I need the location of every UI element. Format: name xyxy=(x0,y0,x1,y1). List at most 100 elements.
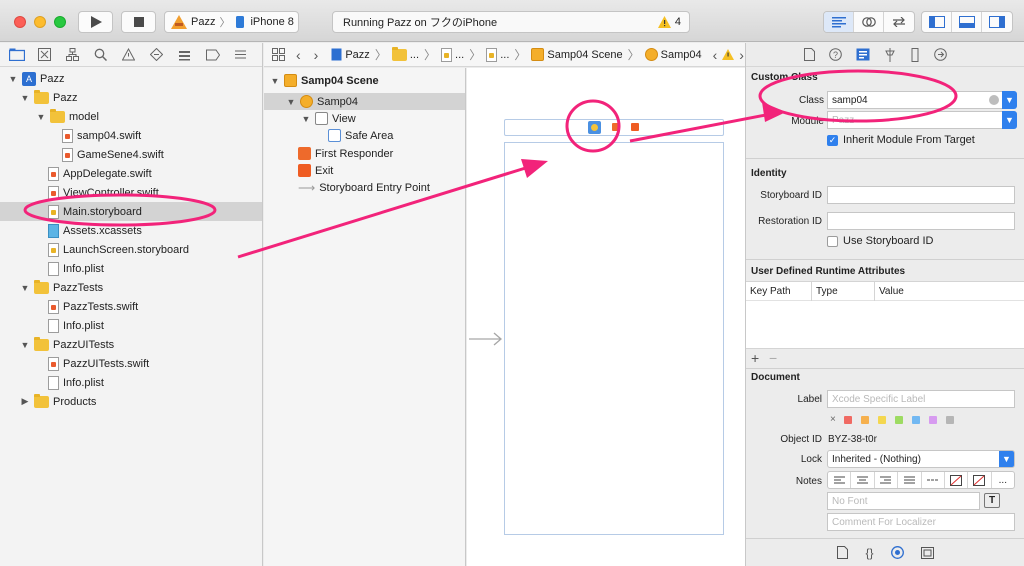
scene-dock-responder-icon[interactable] xyxy=(612,123,620,131)
more-options-button[interactable]: ... xyxy=(992,472,1014,488)
module-dropdown-button[interactable]: ▼ xyxy=(1002,111,1017,129)
color-label-swatch[interactable] xyxy=(912,416,920,424)
remove-attribute-button[interactable]: − xyxy=(769,350,777,366)
color-label-swatch[interactable] xyxy=(929,416,937,424)
warning-icon[interactable] xyxy=(722,49,735,60)
checkmark-icon[interactable]: ✓ xyxy=(827,134,838,146)
align-natural-icon[interactable] xyxy=(922,472,945,488)
previous-issue-icon[interactable]: ‹ xyxy=(713,47,718,63)
minimize-window-button[interactable] xyxy=(34,16,46,28)
color-label-swatch[interactable] xyxy=(878,416,886,424)
storyboard-canvas[interactable] xyxy=(467,68,745,566)
scene-view[interactable] xyxy=(504,142,724,535)
standard-editor-button[interactable] xyxy=(824,12,854,32)
file-tree-item[interactable]: PazzTests.swift xyxy=(48,297,138,316)
inherit-module-checkbox-row[interactable]: ✓ Inherit Module From Target xyxy=(827,134,975,146)
column-header[interactable]: Key Path xyxy=(750,286,791,297)
assistant-editor-button[interactable] xyxy=(854,12,884,32)
file-tree-item[interactable]: ▼ A Pazz xyxy=(8,69,64,88)
color-label-swatch[interactable] xyxy=(861,416,869,424)
version-editor-button[interactable] xyxy=(884,12,914,32)
back-arrow-icon[interactable]: ‹ xyxy=(296,47,301,63)
disclosure-right-icon[interactable]: ▶ xyxy=(20,396,30,407)
file-template-icon[interactable] xyxy=(837,546,849,559)
attributes-inspector-icon[interactable] xyxy=(884,47,896,62)
no-color-icon[interactable]: × xyxy=(830,414,836,425)
disclosure-down-icon[interactable]: ▼ xyxy=(20,93,30,103)
file-tree-item[interactable]: Assets.xcassets xyxy=(48,221,142,240)
no-text-color-icon[interactable] xyxy=(945,472,969,488)
file-inspector-icon[interactable] xyxy=(804,48,815,61)
jump-bar-item-file2[interactable]: ... xyxy=(486,47,509,62)
scene-dock[interactable] xyxy=(504,119,724,136)
color-label-swatch[interactable] xyxy=(844,416,852,424)
runtime-attributes-table[interactable]: Key Path Type Value xyxy=(746,281,1024,349)
next-issue-icon[interactable]: › xyxy=(739,47,744,63)
test-navigator-tab[interactable] xyxy=(148,46,165,63)
font-field[interactable]: No Font xyxy=(827,492,980,510)
xcode-label-field[interactable]: Xcode Specific Label xyxy=(827,390,1015,408)
file-tree-item[interactable]: samp04.swift xyxy=(62,126,141,145)
checkbox-icon[interactable] xyxy=(827,235,838,247)
toggle-debug-area-button[interactable] xyxy=(952,12,982,32)
jump-bar-item-project[interactable]: Pazz xyxy=(331,48,370,61)
zoom-window-button[interactable] xyxy=(54,16,66,28)
font-picker-icon[interactable]: T xyxy=(984,493,1000,508)
toggle-navigator-button[interactable] xyxy=(922,12,952,32)
column-header[interactable]: Type xyxy=(816,286,838,297)
debug-navigator-tab[interactable] xyxy=(176,46,193,63)
comment-field[interactable]: Comment For Localizer xyxy=(827,513,1015,531)
source-control-tab[interactable] xyxy=(36,46,53,63)
project-navigator-tab[interactable] xyxy=(8,46,25,63)
file-tree-item[interactable]: GameSene4.swift xyxy=(62,145,164,164)
restoration-id-field[interactable] xyxy=(827,212,1015,230)
module-field[interactable]: Pazz xyxy=(827,111,1004,129)
file-tree-item[interactable]: ViewController.swift xyxy=(48,183,159,202)
use-storyboard-id-row[interactable]: Use Storyboard ID xyxy=(827,235,933,247)
outline-item-entry-point[interactable]: ⟶ Storyboard Entry Point xyxy=(298,178,430,197)
disclosure-down-icon[interactable]: ▼ xyxy=(8,74,18,84)
symbol-navigator-tab[interactable] xyxy=(64,46,81,63)
scene-dock-exit-icon[interactable] xyxy=(631,123,639,131)
file-tree-item[interactable]: Info.plist xyxy=(48,373,104,392)
file-tree-item[interactable]: ▼ model xyxy=(36,107,99,126)
file-tree-item[interactable]: ▼ Pazz xyxy=(20,88,77,107)
help-icon[interactable]: ? xyxy=(829,48,842,61)
file-tree-item[interactable]: LaunchScreen.storyboard xyxy=(48,240,189,259)
identity-inspector-icon[interactable] xyxy=(856,48,870,61)
size-inspector-icon[interactable] xyxy=(910,47,920,62)
align-left-icon[interactable] xyxy=(828,472,852,488)
class-dropdown-button[interactable]: ▼ xyxy=(1002,91,1017,109)
outline-item-scene[interactable]: ▼ Samp04 Scene xyxy=(270,71,379,90)
jump-bar-item-file[interactable]: ... xyxy=(441,47,464,62)
align-justify-icon[interactable] xyxy=(898,472,922,488)
connections-inspector-icon[interactable] xyxy=(934,48,947,61)
jump-bar-item-controller[interactable]: Samp04 xyxy=(644,48,702,61)
run-button[interactable] xyxy=(78,11,113,33)
jump-bar-item-scene[interactable]: Samp04 Scene xyxy=(531,48,623,61)
file-tree-item[interactable]: ▼ PazzUITests xyxy=(20,335,114,354)
report-navigator-tab[interactable] xyxy=(232,46,249,63)
column-header[interactable]: Value xyxy=(879,286,904,297)
outline-item-safe-area[interactable]: Safe Area xyxy=(328,126,393,145)
close-window-button[interactable] xyxy=(14,16,26,28)
related-items-icon[interactable] xyxy=(272,48,285,61)
file-tree-item[interactable]: ▼ PazzTests xyxy=(20,278,103,297)
scene-dock-controller-icon[interactable] xyxy=(588,121,601,134)
storyboard-id-field[interactable] xyxy=(827,186,1015,204)
toggle-utilities-button[interactable] xyxy=(982,12,1012,32)
color-label-swatch[interactable] xyxy=(946,416,954,424)
no-background-color-icon[interactable] xyxy=(968,472,992,488)
file-tree-item[interactable]: PazzUITests.swift xyxy=(48,354,149,373)
file-tree-item[interactable]: Main.storyboard xyxy=(48,202,142,221)
disclosure-down-icon[interactable]: ▼ xyxy=(20,340,30,350)
lock-popup[interactable]: Inherited - (Nothing) ▼ xyxy=(827,450,1015,468)
add-attribute-button[interactable]: + xyxy=(751,350,759,366)
find-navigator-tab[interactable] xyxy=(92,46,109,63)
warning-icon[interactable] xyxy=(657,16,671,28)
disclosure-down-icon[interactable]: ▼ xyxy=(20,283,30,293)
disclosure-down-icon[interactable]: ▼ xyxy=(36,112,46,122)
file-tree-item[interactable]: Info.plist xyxy=(48,316,104,335)
class-field[interactable]: samp04 xyxy=(827,91,1004,109)
breakpoint-navigator-tab[interactable] xyxy=(204,46,221,63)
